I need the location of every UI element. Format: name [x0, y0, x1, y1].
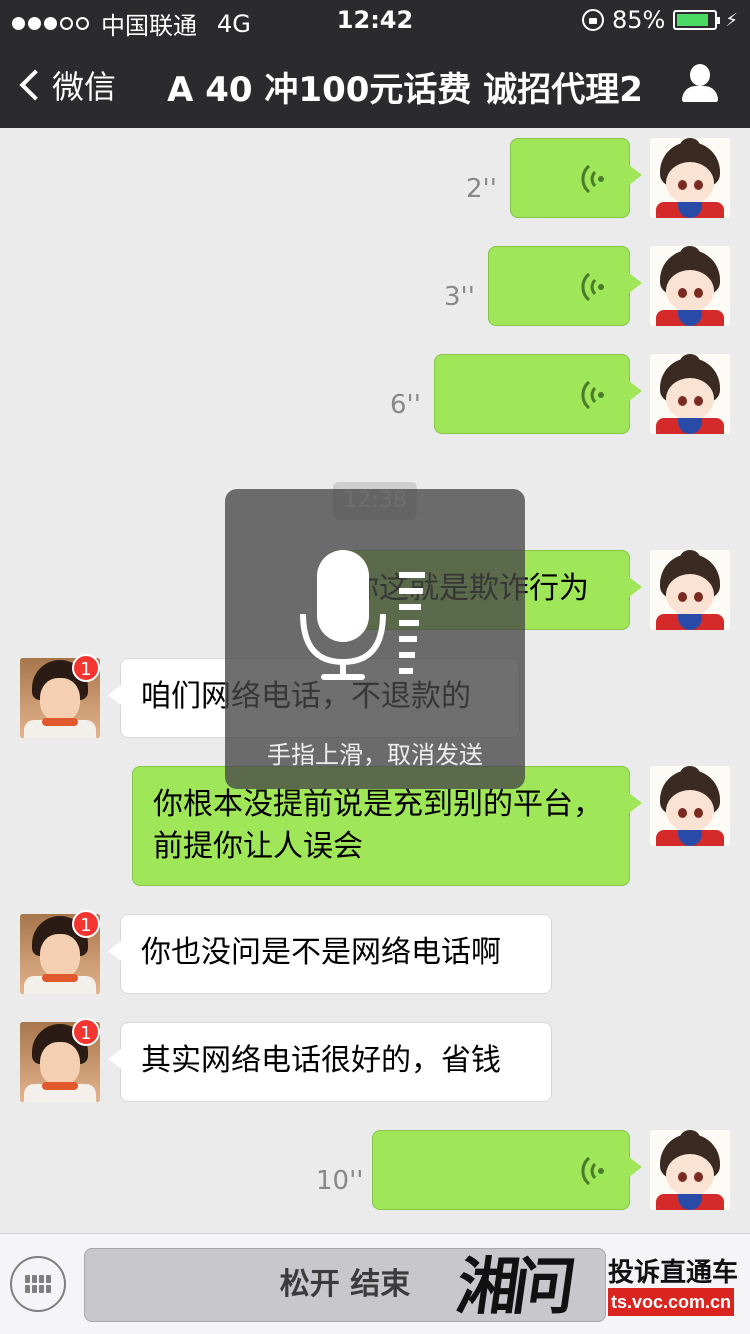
unread-badge: 1: [72, 910, 100, 938]
chat-title: A 40 冲100元话费 诚招代理2: [167, 70, 643, 110]
microphone-icon: [300, 550, 425, 680]
battery-percent: 85%: [612, 6, 666, 34]
navigation-bar: 微信 A 40 冲100元话费 诚招代理2: [0, 40, 750, 128]
my-avatar[interactable]: [650, 354, 730, 434]
voice-recording-overlay: 手指上滑，取消发送: [225, 489, 525, 789]
voice-wave-icon: [581, 272, 604, 302]
watermark-logo: 湘问: [452, 1250, 575, 1323]
watermark-url: ts.voc.com.cn: [608, 1288, 734, 1316]
chat-info-button[interactable]: [680, 64, 720, 104]
unread-badge: 1: [72, 1018, 100, 1046]
voice-duration: 6'': [390, 390, 421, 420]
voice-wave-icon: [581, 1156, 604, 1186]
my-avatar[interactable]: [650, 550, 730, 630]
carrier-name: 中国联通: [101, 12, 197, 40]
watermark: 湘问 投诉直通车 ts.voc.com.cn: [452, 1236, 750, 1334]
voice-duration: 10'': [316, 1166, 364, 1196]
message-text: 其实网络电话很好的，省钱: [141, 1043, 501, 1078]
voice-message-bubble[interactable]: [510, 138, 642, 218]
text-message-bubble[interactable]: 你也没问是不是网络电话啊: [108, 914, 552, 994]
unread-badge: 1: [72, 654, 100, 682]
voice-wave-icon: [581, 380, 604, 410]
voice-message-bubble[interactable]: [488, 246, 642, 326]
message-text: 你也没问是不是网络电话啊: [141, 935, 501, 970]
my-avatar[interactable]: [650, 1130, 730, 1210]
watermark-slogan: 投诉直通车: [608, 1258, 739, 1288]
signal-strength-icon: [12, 17, 89, 30]
my-avatar[interactable]: [650, 246, 730, 326]
message-text: 你根本没提前说是充到别的平台，前提你让人误会: [153, 787, 603, 864]
voice-duration: 3'': [444, 282, 475, 312]
charging-icon: ⚡: [725, 9, 738, 31]
chevron-left-icon: [19, 69, 51, 101]
my-avatar[interactable]: [650, 138, 730, 218]
keyboard-icon: [25, 1275, 51, 1293]
network-type: 4G: [217, 9, 251, 38]
rotation-lock-icon: [582, 9, 605, 31]
battery-icon: [673, 10, 721, 30]
voice-message-bubble[interactable]: [372, 1130, 642, 1210]
voice-message-bubble[interactable]: [434, 354, 642, 434]
cancel-hint: 手指上滑，取消发送: [267, 741, 483, 769]
person-icon: [690, 64, 710, 86]
status-bar: 中国联通 4G 12:42 85% ⚡: [0, 0, 750, 40]
voice-wave-icon: [581, 164, 604, 194]
text-message-bubble[interactable]: 其实网络电话很好的，省钱: [108, 1022, 552, 1102]
keyboard-toggle-button[interactable]: [10, 1256, 66, 1312]
back-button[interactable]: 微信: [18, 62, 116, 108]
my-avatar[interactable]: [650, 766, 730, 846]
voice-duration: 2'': [466, 174, 497, 204]
back-label: 微信: [52, 68, 117, 106]
